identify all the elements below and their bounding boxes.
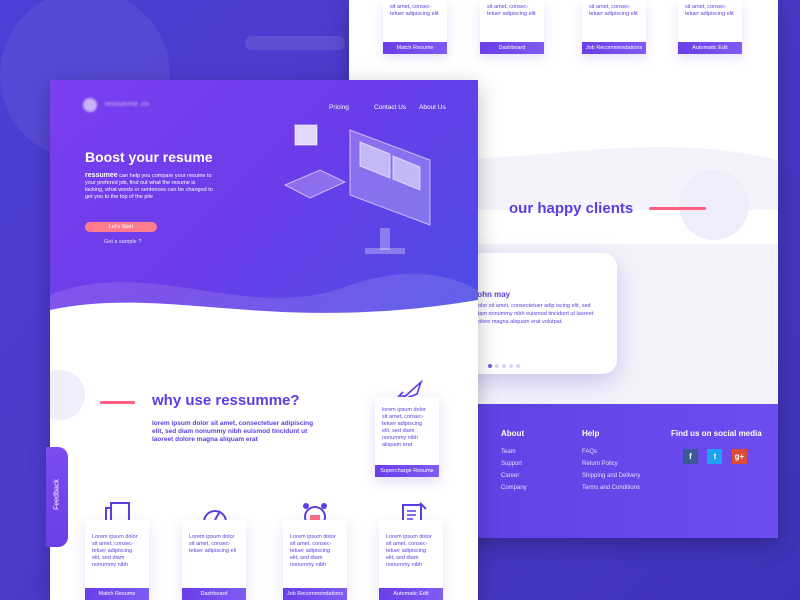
feature-card-edit: Lorem ipsum dolor sit amet, consec-tetue… <box>379 520 443 600</box>
logo-text: ressumme .co <box>105 101 149 108</box>
hero-section: ressumme .co Pricing Contact Us About Us… <box>50 80 478 325</box>
top-card-edit: sit amet, consec- tetuer adipiscing elit… <box>678 0 742 54</box>
card-text: sit amet, consec- tetuer adipiscing elit <box>390 4 439 17</box>
hero-title: Boost your resume <box>85 149 213 165</box>
carousel-dot[interactable] <box>495 364 499 368</box>
get-sample-link[interactable]: Get a sample ? <box>104 239 141 245</box>
footer-social-title: Find us on social media <box>671 429 762 438</box>
card-text: Lorem ipsum dolor sit amet, consec-tetue… <box>92 534 138 568</box>
top-card-dashboard: sit amet, consec- tetuer adipiscing elit… <box>480 0 544 54</box>
card-text: sit amet, consec- tetuer adipiscing elit <box>685 4 734 17</box>
testimonial-name: john may <box>475 290 511 299</box>
feature-card-match: Lorem ipsum dolor sit amet, consec-tetue… <box>85 520 149 600</box>
accent-line <box>649 207 706 210</box>
match-resume-button[interactable]: Match Resume <box>383 42 447 54</box>
feature-card-jobs: Lorem ipsum dolor sit amet, consec-tetue… <box>283 520 347 600</box>
why-description: lorem ipsum dolor sit amet, consectetuer… <box>152 420 314 443</box>
card-text: lorem ipsum dolor sit amet, consec-tetue… <box>382 407 426 448</box>
footer-about: About Team Support Career Company <box>501 429 527 494</box>
job-recommendations-button[interactable]: Job Recommendations <box>582 42 646 54</box>
footer-link-shipping[interactable]: Shipping and Delivery <box>582 470 640 482</box>
automatic-edit-button[interactable]: Automatic Edit <box>379 588 443 600</box>
carousel-dot[interactable] <box>516 364 520 368</box>
brand-name: ressumee <box>85 172 118 179</box>
supercharge-card: lorem ipsum dolor sit amet, consec-tetue… <box>375 397 439 477</box>
logo[interactable] <box>83 98 97 112</box>
feature-card-dashboard: Lorem ipsum dolor sit amet, consec-tetue… <box>182 520 246 600</box>
carousel-dot[interactable] <box>502 364 506 368</box>
feedback-label: Feedback <box>53 479 61 510</box>
decor-circle <box>50 370 85 420</box>
why-title: why use ressumme? <box>152 392 300 409</box>
nav-contact[interactable]: Contact Us <box>374 104 406 111</box>
automatic-edit-button[interactable]: Automatic Edit <box>678 42 742 54</box>
card-text: Lorem ipsum dolor sit amet, consec-tetue… <box>290 534 336 568</box>
accent-line <box>100 401 135 404</box>
computer-illustration <box>283 124 431 254</box>
match-resume-button[interactable]: Match Resume <box>85 588 149 600</box>
footer-link-return[interactable]: Return Policy <box>582 458 640 470</box>
top-card-jobs: sit amet, consec- tetuer adipiscing elit… <box>582 0 646 54</box>
footer-link-terms[interactable]: Terms and Conditions <box>582 482 640 494</box>
carousel-dot[interactable] <box>509 364 513 368</box>
job-recommendations-button[interactable]: Job Recommendations <box>283 588 347 600</box>
left-page: ressumme .co Pricing Contact Us About Us… <box>50 80 478 600</box>
feedback-tab[interactable]: Feedback <box>46 447 68 547</box>
card-text: sit amet, consec- tetuer adipiscing elit <box>589 4 638 17</box>
decor-circle <box>679 170 749 240</box>
dashboard-button[interactable]: Dashboard <box>182 588 246 600</box>
google-plus-icon[interactable]: g+ <box>731 449 747 464</box>
card-text: Lorem ipsum dolor sit amet, consec-tetue… <box>386 534 432 568</box>
hero-wave <box>50 273 478 325</box>
carousel-dot[interactable] <box>488 364 492 368</box>
footer-link-team[interactable]: Team <box>501 446 527 458</box>
twitter-icon[interactable]: t <box>707 449 723 464</box>
top-card-match: sit amet, consec- tetuer adipiscing elit… <box>383 0 447 54</box>
facebook-icon[interactable]: f <box>683 449 698 464</box>
footer-help: Help FAQs Return Policy Shipping and Del… <box>582 429 640 494</box>
hero-description: ressumee can help you compare your resum… <box>85 172 215 201</box>
footer-link-support[interactable]: Support <box>501 458 527 470</box>
card-text: sit amet, consec- tetuer adipiscing elit <box>487 4 536 17</box>
footer-help-title: Help <box>582 429 600 438</box>
testimonial-quote: dolor sit amet, consectetuer adip iscing… <box>475 303 594 325</box>
card-text: Lorem ipsum dolor sit amet, consec-tetue… <box>189 534 237 554</box>
supercharge-resume-button[interactable]: Supercharge Resume <box>375 465 439 477</box>
dashboard-button[interactable]: Dashboard <box>480 42 544 54</box>
footer-link-company[interactable]: Company <box>501 482 527 494</box>
lets-start-button[interactable]: Let's Start <box>85 222 157 232</box>
carousel-dots <box>488 355 523 373</box>
happy-clients-title: our happy clients <box>509 200 634 217</box>
footer-social: Find us on social media f t g+ <box>671 429 762 464</box>
footer-about-title: About <box>501 429 525 438</box>
background-streak <box>245 36 345 50</box>
footer-link-faqs[interactable]: FAQs <box>582 446 640 458</box>
footer-link-career[interactable]: Career <box>501 470 527 482</box>
nav-pricing[interactable]: Pricing <box>329 104 349 111</box>
nav-about[interactable]: About Us <box>419 104 446 111</box>
